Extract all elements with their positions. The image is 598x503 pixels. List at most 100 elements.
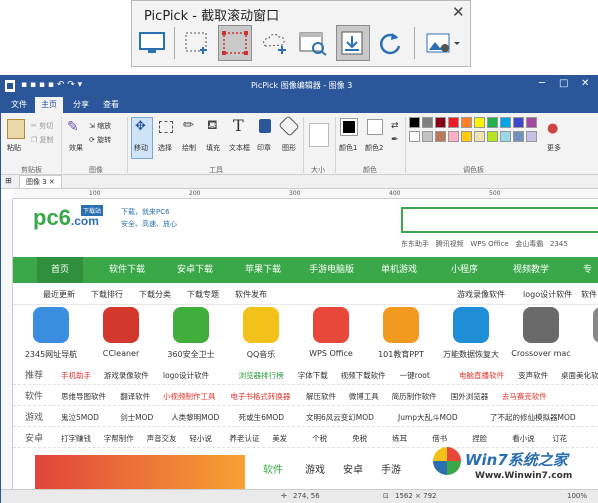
doc-tab-close-icon[interactable]: ✕ bbox=[49, 178, 55, 186]
category-link[interactable]: 去马赛克软件 bbox=[502, 391, 547, 402]
category-link[interactable]: 思维导图软件 bbox=[61, 391, 106, 402]
color-palette[interactable] bbox=[409, 117, 539, 147]
category-link[interactable]: 美发 bbox=[272, 433, 287, 444]
category-link[interactable]: 小视频制作工具 bbox=[163, 391, 216, 402]
close-icon[interactable]: ✕ bbox=[452, 3, 465, 21]
category-link[interactable]: 电子书格式转换器 bbox=[230, 391, 290, 402]
search-input[interactable] bbox=[401, 207, 598, 233]
image-canvas[interactable]: pc6.com 下载站 下载，就来PC6 安全、高速、放心 东东助手 腾讯视频 … bbox=[13, 199, 598, 489]
sub-link[interactable]: 下载分类 bbox=[139, 289, 171, 300]
app-tile[interactable]: CCleaner bbox=[91, 307, 151, 358]
category-link[interactable]: 借书 bbox=[432, 433, 447, 444]
resize-button[interactable]: ⇲ 缩放 bbox=[89, 121, 111, 131]
eyedropper-icon[interactable]: ✒ bbox=[391, 135, 399, 145]
app-tile[interactable]: 2345网址导航 bbox=[21, 307, 81, 360]
category-link[interactable]: 国外浏览器 bbox=[451, 391, 489, 402]
swap-colors-icon[interactable]: ⇄ bbox=[391, 121, 399, 131]
nav-single-games[interactable]: 单机游戏 bbox=[381, 257, 417, 283]
category-link[interactable]: 浏览器排行榜 bbox=[239, 370, 284, 381]
app-tile[interactable]: Crossover mac bbox=[511, 307, 571, 358]
nav-mobile-games[interactable]: 手游电脑版 bbox=[309, 257, 354, 283]
app-tile[interactable]: 101教育PPT bbox=[371, 307, 431, 360]
category-link[interactable]: 字体下载 bbox=[298, 370, 328, 381]
category-link[interactable]: 游戏录像软件 bbox=[104, 370, 149, 381]
category-link[interactable]: 简历制作软件 bbox=[392, 391, 437, 402]
palette-swatch[interactable] bbox=[448, 117, 459, 128]
fill-label[interactable]: 填充 bbox=[206, 143, 220, 153]
capture-repeat-button[interactable] bbox=[374, 25, 408, 61]
category-link[interactable]: 人类黎明MOD bbox=[171, 412, 219, 423]
category-link[interactable]: logo设计软件 bbox=[163, 370, 209, 381]
sub-link[interactable]: 最近更新 bbox=[43, 289, 75, 300]
category-link[interactable]: 变声软件 bbox=[518, 370, 548, 381]
hotlink[interactable]: 金山毒霸 bbox=[515, 240, 543, 248]
image-settings-button[interactable] bbox=[422, 25, 464, 61]
nav-apple[interactable]: 苹果下载 bbox=[245, 257, 281, 283]
color1-label[interactable]: 颜色1 bbox=[339, 143, 357, 153]
category-link[interactable]: 电脑直播软件 bbox=[459, 370, 504, 381]
palette-swatch[interactable] bbox=[435, 117, 446, 128]
palette-swatch[interactable] bbox=[461, 117, 472, 128]
capture-scroll-window-button[interactable] bbox=[336, 25, 370, 61]
palette-swatch[interactable] bbox=[526, 131, 537, 142]
minimize-icon[interactable]: ─ bbox=[539, 78, 545, 89]
hotlink[interactable]: 2345 bbox=[550, 240, 568, 248]
category-link[interactable]: 翻译软件 bbox=[120, 391, 150, 402]
sub-link-right[interactable]: 软件 bbox=[581, 289, 597, 300]
category-link[interactable]: 练耳 bbox=[392, 433, 407, 444]
quick-access-icons[interactable]: ▪ ▪ ▪ ▪ ↶ ↷ ▾ bbox=[21, 80, 82, 90]
rotate-button[interactable]: ⟳ 旋转 bbox=[89, 135, 111, 145]
category-link[interactable]: Jump大乱斗MOD bbox=[398, 412, 458, 423]
hotlink[interactable]: WPS Office bbox=[470, 240, 508, 248]
bottom-tab-mobile[interactable]: 手游 bbox=[381, 461, 401, 476]
category-link[interactable]: 捏脸 bbox=[472, 433, 487, 444]
capture-screen-button[interactable] bbox=[135, 25, 169, 61]
sub-link[interactable]: 下载排行 bbox=[91, 289, 123, 300]
more-colors-icon[interactable]: ● bbox=[547, 121, 558, 136]
category-link[interactable]: 声音交友 bbox=[147, 433, 177, 444]
bottom-tab-android[interactable]: 安卓 bbox=[343, 461, 363, 476]
more-label[interactable]: 更多 bbox=[547, 143, 561, 153]
palette-swatch[interactable] bbox=[500, 117, 511, 128]
app-tile[interactable]: 万能数据恢复大 bbox=[441, 307, 501, 360]
palette-swatch[interactable] bbox=[422, 131, 433, 142]
draw-icon[interactable]: ✏ bbox=[183, 118, 194, 133]
nav-software[interactable]: 软件下载 bbox=[109, 257, 145, 283]
category-link[interactable]: 剑士MOD bbox=[120, 412, 153, 423]
palette-swatch[interactable] bbox=[487, 131, 498, 142]
category-link[interactable]: 一键root bbox=[400, 370, 430, 381]
category-link[interactable]: 文明6风云变幻MOD bbox=[306, 412, 374, 423]
window-close-icon[interactable]: ✕ bbox=[581, 78, 589, 89]
textbox-icon[interactable]: T bbox=[233, 116, 244, 135]
palette-swatch[interactable] bbox=[409, 131, 420, 142]
palette-swatch[interactable] bbox=[513, 117, 524, 128]
palette-swatch[interactable] bbox=[435, 131, 446, 142]
palette-swatch[interactable] bbox=[513, 131, 524, 142]
color1-swatch[interactable] bbox=[340, 118, 358, 136]
maximize-icon[interactable]: □ bbox=[559, 78, 568, 89]
effect-label[interactable]: 效果 bbox=[69, 143, 83, 153]
size-selector[interactable] bbox=[309, 123, 329, 147]
nav-mini-program[interactable]: 小程序 bbox=[451, 257, 478, 283]
app-tile[interactable]: QQ音乐 bbox=[231, 307, 291, 360]
app-tile[interactable]: Mo bbox=[581, 307, 598, 358]
category-link[interactable]: 订花 bbox=[552, 433, 567, 444]
category-link[interactable]: 免税 bbox=[352, 433, 367, 444]
bottom-tab-games[interactable]: 游戏 bbox=[305, 461, 325, 476]
zoom-level[interactable]: 100% bbox=[567, 492, 587, 500]
category-link[interactable]: 视频下载软件 bbox=[341, 370, 386, 381]
paste-icon[interactable] bbox=[7, 119, 25, 139]
category-link[interactable]: 鬼泣5MOD bbox=[61, 412, 99, 423]
textbox-label[interactable]: 文本框 bbox=[229, 143, 250, 153]
bottom-tab-software[interactable]: 软件 bbox=[263, 461, 283, 476]
palette-swatch[interactable] bbox=[474, 131, 485, 142]
draw-label[interactable]: 绘制 bbox=[182, 143, 196, 153]
category-link[interactable]: 养老认证 bbox=[229, 433, 259, 444]
nav-more[interactable]: 专 bbox=[583, 257, 592, 283]
nav-home[interactable]: 首页 bbox=[37, 257, 84, 283]
fill-icon[interactable]: ⛾ bbox=[207, 118, 218, 135]
stamp-icon[interactable] bbox=[259, 119, 271, 133]
tab-share[interactable]: 分享 bbox=[67, 97, 95, 113]
capture-freehand-button[interactable] bbox=[258, 25, 292, 61]
tab-home[interactable]: 主页 bbox=[35, 97, 63, 113]
